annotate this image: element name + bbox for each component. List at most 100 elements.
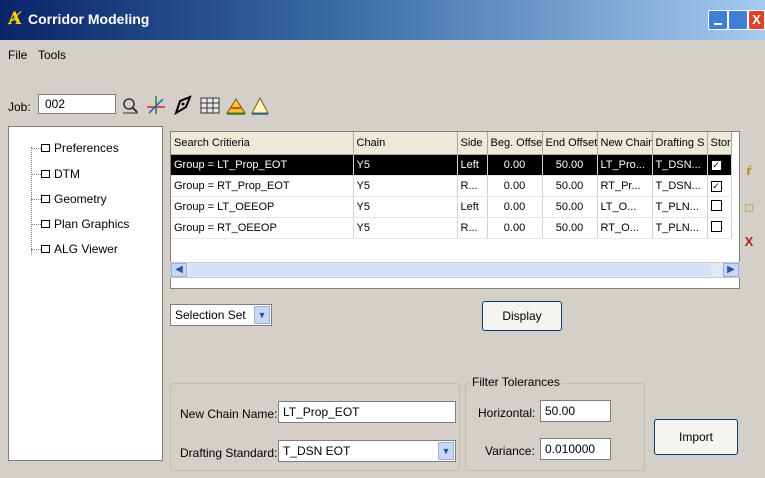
beg-offset-cell: 0.00: [487, 217, 543, 239]
job-input[interactable]: 002: [38, 94, 116, 114]
column-header[interactable]: Search Critieria: [171, 132, 354, 155]
new-chain-label: New Chain Name:: [180, 407, 278, 421]
chart-icon[interactable]: [224, 93, 248, 117]
app-icon: Ⱥ: [8, 9, 22, 29]
tree-item-plan-graphics[interactable]: Plan Graphics: [31, 215, 129, 233]
triangle-icon[interactable]: [248, 93, 272, 117]
grid-header-row: Search Critieria Chain Side Beg. Offse E…: [171, 132, 732, 155]
navigation-tree: Preferences DTM Geometry Plan Graphics A…: [8, 126, 163, 461]
end-offset-cell: 50.00: [542, 154, 598, 176]
search-icon[interactable]: [118, 93, 142, 117]
store-cell: [707, 196, 732, 218]
column-header[interactable]: New Chain: [597, 132, 653, 155]
tree-item-label: Plan Graphics: [54, 217, 130, 231]
new-chain-cell: RT_Pr...: [597, 175, 653, 197]
job-label: Job:: [8, 100, 31, 114]
store-checkbox[interactable]: ✓: [710, 160, 722, 171]
store-checkbox[interactable]: ✓: [710, 181, 722, 192]
tree-item-label: ALG Viewer: [54, 242, 118, 256]
column-header[interactable]: Beg. Offse: [487, 132, 543, 155]
column-header[interactable]: Side: [457, 132, 488, 155]
selection-set-dropdown[interactable]: Selection Set ▼: [170, 304, 272, 326]
tree-item-alg-viewer[interactable]: ALG Viewer: [31, 240, 118, 258]
criteria-cell: Group = RT_Prop_EOT: [171, 175, 354, 197]
window-title: Corridor Modeling: [28, 11, 150, 27]
drafting-cell: T_DSN...: [652, 154, 708, 176]
store-cell: ✓: [707, 175, 732, 197]
store-cell: ✓: [707, 154, 732, 176]
column-header[interactable]: Stor: [707, 132, 732, 155]
maximize-button[interactable]: [728, 10, 748, 30]
variance-label: Variance:: [485, 444, 535, 458]
end-offset-cell: 50.00: [542, 217, 598, 239]
menu-file[interactable]: File: [8, 48, 27, 62]
table-row[interactable]: Group = LT_Prop_EOT Y5 Left 0.00 50.00 LT_Pro…: [171, 154, 732, 176]
scroll-right-icon[interactable]: ▶: [723, 263, 739, 277]
selection-set-value: Selection Set: [175, 308, 246, 322]
store-checkbox[interactable]: [710, 200, 722, 211]
new-chain-cell: RT_O...: [597, 217, 653, 239]
tree-item-label: DTM: [54, 167, 80, 181]
criteria-cell: Group = LT_Prop_EOT: [171, 154, 354, 176]
store-cell: [707, 217, 732, 239]
node-icon: [41, 220, 50, 228]
table-row[interactable]: Group = RT_Prop_EOT Y5 R... 0.00 50.00 RT_Pr.…: [171, 175, 732, 197]
close-button[interactable]: X: [748, 10, 765, 30]
chain-cell: Y5: [353, 175, 458, 197]
node-icon: [41, 195, 50, 203]
column-header[interactable]: Chain: [353, 132, 458, 155]
delete-row-icon[interactable]: X: [742, 234, 756, 250]
side-cell: Left: [457, 154, 488, 176]
node-icon: [41, 170, 50, 178]
new-chain-name-input[interactable]: LT_Prop_EOT: [278, 401, 456, 423]
grid-icon[interactable]: [198, 93, 222, 117]
menu-bar: File Tools: [0, 44, 765, 66]
pen-icon[interactable]: [172, 93, 196, 117]
drafting-standard-dropdown[interactable]: T_DSN EOT ▼: [278, 440, 456, 462]
minimize-button[interactable]: [708, 10, 728, 30]
beg-offset-cell: 0.00: [487, 196, 543, 218]
import-button[interactable]: Import: [654, 419, 738, 455]
horizontal-scrollbar[interactable]: ◀ ▶: [170, 262, 740, 278]
chevron-down-icon[interactable]: ▼: [438, 442, 454, 460]
tree-item-geometry[interactable]: Geometry: [31, 190, 107, 208]
new-chain-cell: LT_O...: [597, 196, 653, 218]
scroll-left-icon[interactable]: ◀: [171, 263, 187, 277]
tree-item-preferences[interactable]: Preferences: [31, 139, 119, 157]
end-offset-cell: 50.00: [542, 175, 598, 197]
drafting-standard-value: T_DSN EOT: [283, 444, 351, 458]
beg-offset-cell: 0.00: [487, 154, 543, 176]
criteria-cell: Group = RT_OEEOP: [171, 217, 354, 239]
menu-tools[interactable]: Tools: [38, 48, 66, 62]
tree-item-dtm[interactable]: DTM: [31, 165, 80, 183]
table-row[interactable]: Group = LT_OEEOP Y5 Left 0.00 50.00 LT_O... T_…: [171, 196, 732, 218]
chain-cell: Y5: [353, 196, 458, 218]
store-checkbox[interactable]: [710, 221, 722, 232]
column-header[interactable]: End Offset: [542, 132, 598, 155]
node-icon: [41, 144, 50, 152]
side-cell: R...: [457, 175, 488, 197]
side-cell: R...: [457, 217, 488, 239]
column-header[interactable]: Drafting S: [652, 132, 708, 155]
side-cell: Left: [457, 196, 488, 218]
drafting-cell: T_PLN...: [652, 196, 708, 218]
horizontal-label: Horizontal:: [478, 406, 536, 420]
new-chain-cell: LT_Pro...: [597, 154, 653, 176]
node-icon: [41, 245, 50, 253]
scroll-thumb[interactable]: [189, 264, 711, 276]
table-row[interactable]: Group = RT_OEEOP Y5 R... 0.00 50.00 RT_O... T_…: [171, 217, 732, 239]
chevron-down-icon[interactable]: ▼: [254, 306, 270, 324]
end-offset-cell: 50.00: [542, 196, 598, 218]
variance-tolerance-input[interactable]: 0.010000: [540, 438, 611, 460]
edit-row-icon[interactable]: ŕ: [742, 163, 756, 179]
title-bar: Ⱥ Corridor Modeling X: [0, 0, 765, 40]
tree-item-label: Geometry: [54, 192, 107, 206]
display-button[interactable]: Display: [482, 301, 562, 331]
tree-item-label: Preferences: [54, 141, 119, 155]
copy-row-icon[interactable]: □: [742, 200, 756, 216]
beg-offset-cell: 0.00: [487, 175, 543, 197]
drafting-standard-label: Drafting Standard:: [180, 446, 278, 460]
axis-icon[interactable]: [144, 93, 168, 117]
filter-tolerances-legend: Filter Tolerances: [470, 375, 562, 389]
horizontal-tolerance-input[interactable]: 50.00: [540, 400, 611, 422]
